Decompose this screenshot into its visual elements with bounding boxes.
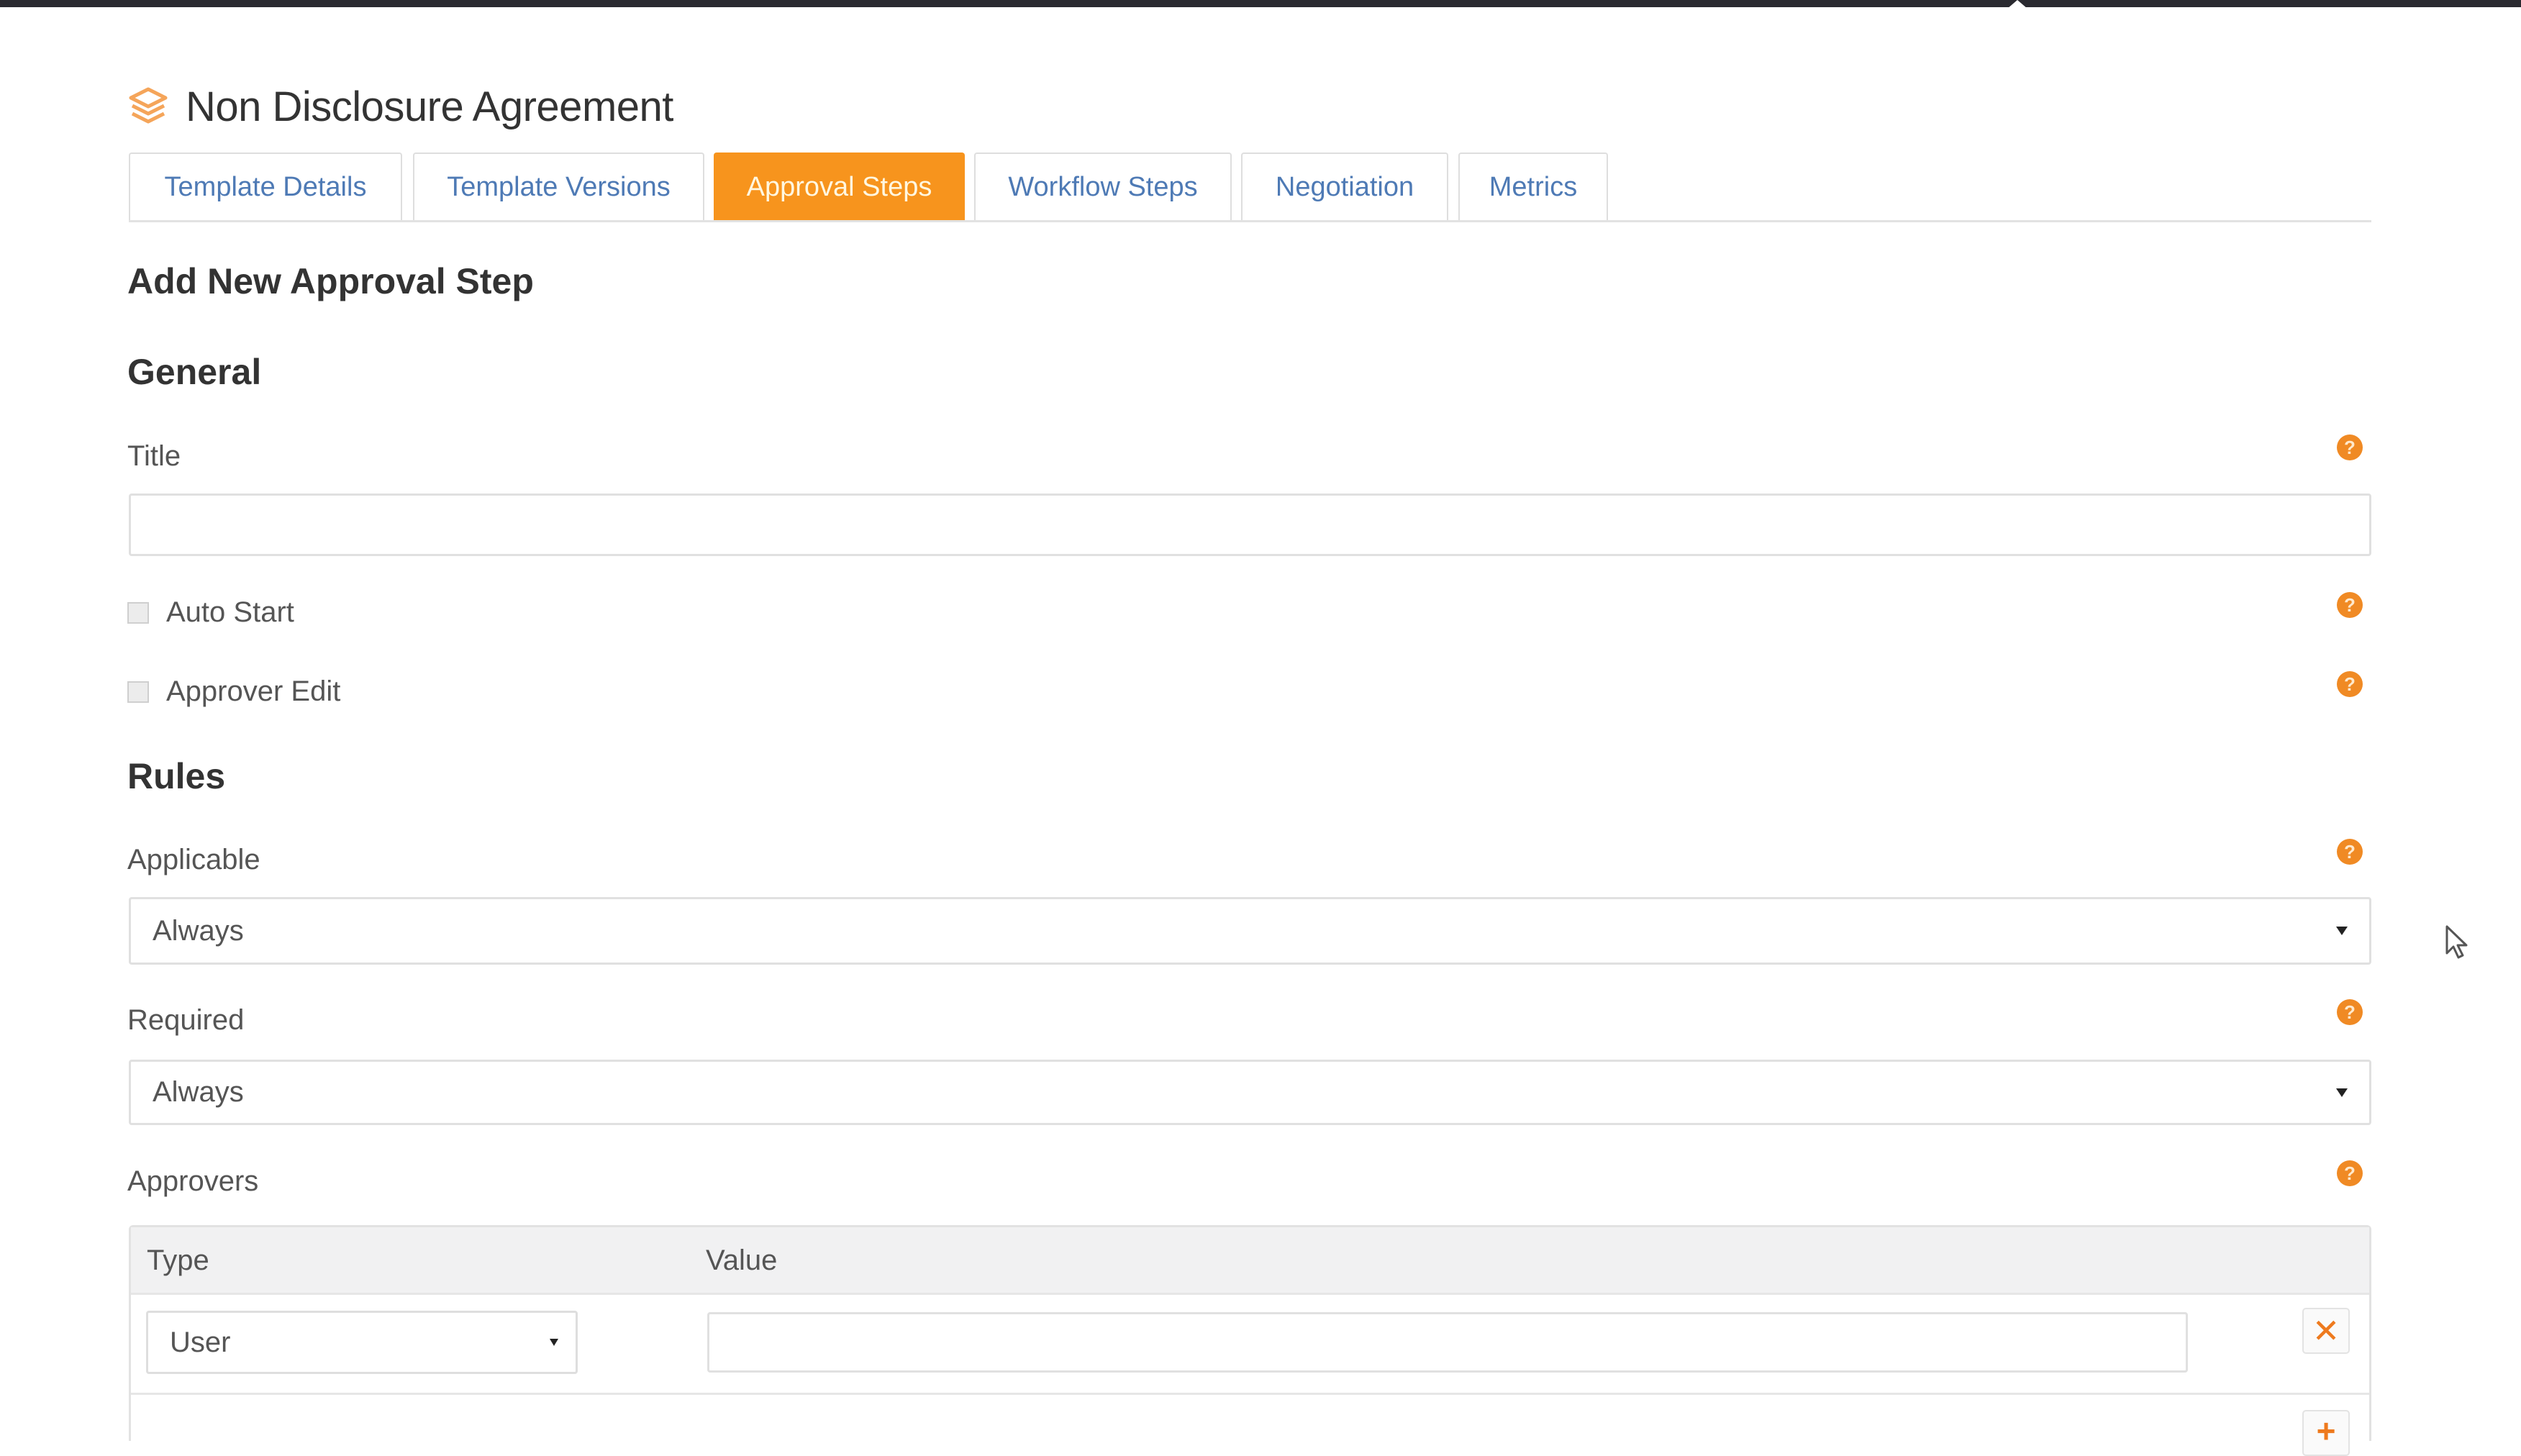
column-header-value: Value xyxy=(706,1245,778,1276)
table-header: Type Value xyxy=(131,1227,2369,1295)
tab-bar: Template Details Template Versions Appro… xyxy=(129,153,2371,222)
approver-type-select[interactable]: User xyxy=(146,1311,578,1374)
chevron-down-icon xyxy=(2336,1088,2348,1097)
layers-icon xyxy=(129,87,168,124)
table-row: User ✕ xyxy=(131,1295,2369,1395)
approver-edit-help-icon[interactable]: ? xyxy=(2337,671,2363,697)
title-help-icon[interactable]: ? xyxy=(2337,434,2363,460)
applicable-label: Applicable xyxy=(127,844,260,875)
close-icon: ✕ xyxy=(2312,1312,2340,1350)
required-select[interactable]: Always xyxy=(129,1060,2371,1125)
auto-start-checkbox[interactable] xyxy=(127,601,149,624)
applicable-help-icon[interactable]: ? xyxy=(2337,839,2363,865)
required-help-icon[interactable]: ? xyxy=(2337,999,2363,1025)
page-header: Non Disclosure Agreement xyxy=(127,78,673,135)
approvers-label: Approvers xyxy=(127,1165,259,1197)
approver-edit-checkbox-row[interactable]: Approver Edit xyxy=(127,675,340,708)
tab-negotiation[interactable]: Negotiation xyxy=(1241,153,1448,220)
applicable-select[interactable]: Always xyxy=(129,897,2371,965)
page-title: Non Disclosure Agreement xyxy=(186,83,673,130)
tab-template-versions[interactable]: Template Versions xyxy=(413,153,704,220)
approvers-help-icon[interactable]: ? xyxy=(2337,1160,2363,1186)
tab-template-details[interactable]: Template Details xyxy=(129,153,402,220)
mouse-pointer-icon xyxy=(2445,925,2468,959)
form-heading: Add New Approval Step xyxy=(127,261,534,301)
approver-edit-checkbox[interactable] xyxy=(127,681,149,703)
approver-edit-label: Approver Edit xyxy=(166,675,341,707)
auto-start-help-icon[interactable]: ? xyxy=(2337,592,2363,618)
tab-metrics[interactable]: Metrics xyxy=(1458,153,1608,220)
chevron-down-icon xyxy=(550,1339,558,1346)
approver-type-value: User xyxy=(170,1326,231,1358)
required-label: Required xyxy=(127,1004,245,1036)
section-rules-heading: Rules xyxy=(127,756,226,796)
top-bar-notch xyxy=(2007,0,2027,9)
title-label: Title xyxy=(127,440,181,472)
applicable-select-value: Always xyxy=(153,914,244,947)
section-general-heading: General xyxy=(127,352,262,392)
auto-start-checkbox-row[interactable]: Auto Start xyxy=(127,596,294,629)
plus-icon: + xyxy=(2316,1412,2336,1450)
top-bar xyxy=(0,0,2521,9)
chevron-down-icon xyxy=(2336,927,2348,935)
required-select-value: Always xyxy=(153,1076,244,1108)
column-header-type: Type xyxy=(147,1245,209,1276)
title-input[interactable] xyxy=(129,493,2371,556)
auto-start-label: Auto Start xyxy=(166,596,294,628)
approver-value-input[interactable] xyxy=(707,1312,2188,1373)
remove-approver-button[interactable]: ✕ xyxy=(2302,1308,2350,1354)
approvers-table: Type Value User ✕ + xyxy=(129,1225,2371,1456)
tab-approval-steps[interactable]: Approval Steps xyxy=(714,153,965,220)
tab-workflow-steps[interactable]: Workflow Steps xyxy=(974,153,1232,220)
add-approver-button[interactable]: + xyxy=(2302,1410,2350,1456)
